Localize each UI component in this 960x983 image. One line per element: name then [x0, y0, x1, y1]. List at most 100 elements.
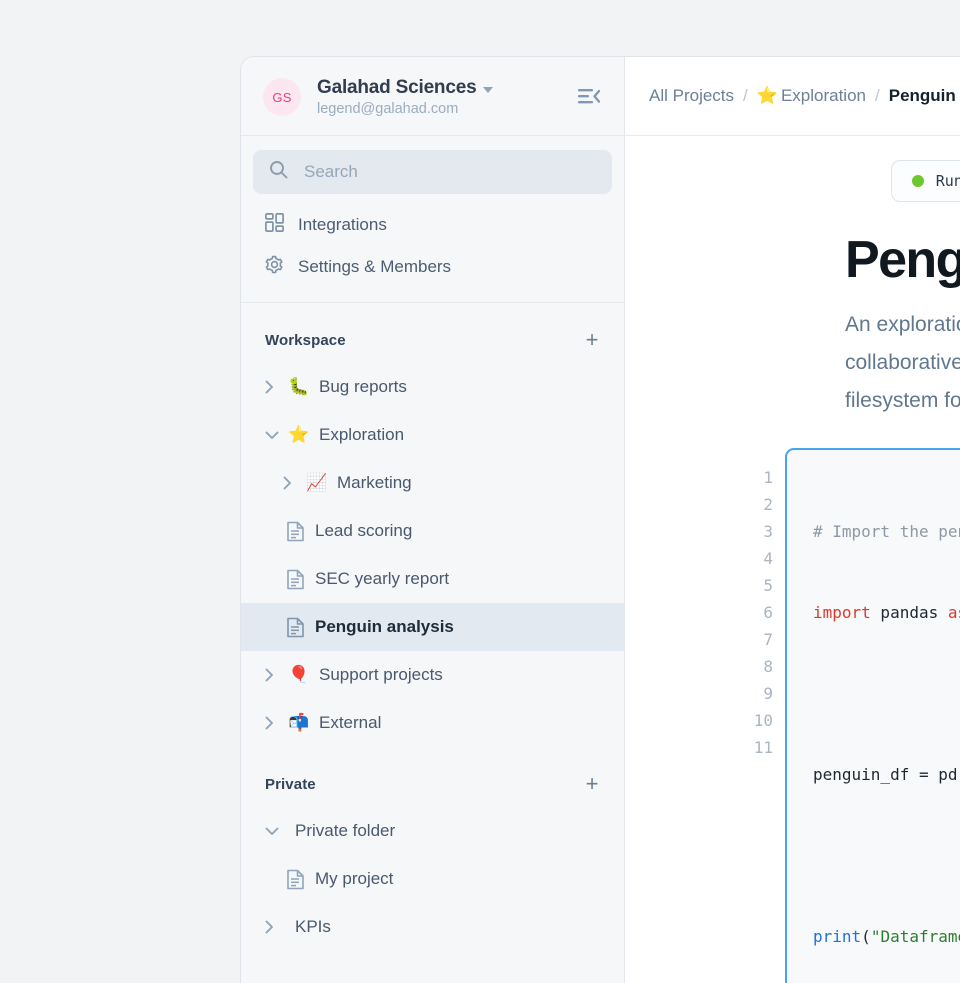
code-line: # Import the penguin dataset — [813, 522, 960, 541]
breadcrumb: All Projects / ⭐Exploration / Penguin an… — [649, 86, 960, 106]
integrations-grid-icon — [265, 213, 284, 237]
breadcrumb-exploration-label: Exploration — [780, 86, 866, 105]
tree-row[interactable]: 📬 External — [241, 699, 624, 747]
line-number: 6 — [763, 603, 773, 622]
tree-row[interactable]: My project — [241, 855, 624, 903]
code-editor[interactable]: # Import the penguin dataset import pand… — [787, 450, 960, 983]
tree-item-label: Lead scoring — [315, 521, 413, 540]
tree-row[interactable]: Lead scoring — [241, 507, 624, 555]
status-label: Running — [935, 172, 960, 190]
folder-emoji-icon: 📬 — [288, 713, 310, 732]
tree-item-label: SEC yearly report — [315, 569, 450, 588]
app-window: GS Galahad Sciences legend@galahad.com S… — [240, 56, 960, 983]
chevron-right-icon[interactable] — [265, 920, 287, 934]
document-body: Running Penguin analysis An exploration … — [625, 136, 960, 983]
code-line: import pandas as pd — [813, 603, 960, 622]
document-icon — [283, 569, 307, 590]
code-line: penguin_df = pd.read_csv("penguins.csv") — [813, 765, 960, 784]
breadcrumb-separator: / — [743, 86, 748, 105]
line-number: 1 — [763, 468, 773, 487]
workspace-name-row[interactable]: Galahad Sciences — [317, 77, 568, 99]
workspace-group-header: Workspace + — [241, 317, 624, 363]
chevron-down-icon[interactable] — [265, 827, 287, 836]
breadcrumb-current: Penguin analysis — [888, 86, 960, 105]
page-description: An exploration of penguin data, written … — [625, 306, 960, 420]
line-number: 3 — [763, 522, 773, 541]
page-title: Penguin analysis — [845, 231, 960, 289]
line-number: 11 — [753, 738, 773, 757]
tree-item-label: Support projects — [319, 665, 443, 684]
tree-item-label: KPIs — [295, 917, 331, 936]
avatar: GS — [263, 78, 301, 116]
tree-item-label: Penguin analysis — [315, 617, 454, 636]
add-private-item-button[interactable]: + — [582, 773, 602, 795]
tree-item-label: Marketing — [337, 473, 412, 492]
workspace-email: legend@galahad.com — [317, 101, 459, 117]
folder-emoji-icon: ⭐ — [288, 425, 310, 444]
search-input[interactable] — [302, 161, 596, 183]
folder-emoji-icon: 🎈 — [288, 665, 310, 684]
document-icon — [283, 521, 307, 542]
code-cell[interactable]: 1 2 3 4 5 6 7 8 9 10 11 # Import the pen… — [754, 448, 960, 983]
star-emoji-icon: ⭐ — [756, 86, 778, 105]
code-line-numbers: 1 2 3 4 5 6 7 8 9 10 11 — [725, 464, 773, 761]
chevron-right-icon[interactable] — [265, 716, 287, 730]
line-number: 8 — [763, 657, 773, 676]
status-row: Running — [625, 136, 960, 202]
private-group-header: Private + — [241, 761, 624, 807]
section-workspace: Workspace + 🐛 Bug reports ⭐ Exploration — [241, 303, 624, 747]
section-private: Private + Private folder My project KPIs — [241, 747, 624, 951]
document-icon — [283, 869, 307, 890]
chevron-right-icon[interactable] — [265, 380, 287, 394]
folder-emoji-icon: 🐛 — [288, 377, 310, 396]
tree-item-label: Exploration — [319, 425, 405, 444]
status-dot-icon — [911, 175, 924, 187]
line-number: 10 — [753, 711, 773, 730]
tree-item-label: Bug reports — [319, 377, 407, 396]
line-number: 5 — [763, 576, 773, 595]
line-number: 7 — [763, 630, 773, 649]
tree-row[interactable]: 🐛 Bug reports — [241, 363, 624, 411]
chevron-right-icon[interactable] — [265, 668, 287, 682]
collapse-sidebar-icon[interactable] — [576, 84, 602, 110]
workspace-name: Galahad Sciences — [317, 77, 477, 98]
code-line: print("Dataframe loaded") — [813, 927, 960, 946]
main-panel: All Projects / ⭐Exploration / Penguin an… — [625, 57, 960, 983]
group-title: Private — [265, 775, 316, 793]
sidebar: GS Galahad Sciences legend@galahad.com S… — [241, 57, 625, 983]
document-icon — [283, 617, 307, 638]
search-box[interactable] — [253, 150, 612, 194]
page-description-line: filesystem for analysis. — [845, 389, 960, 412]
line-number: 9 — [763, 684, 773, 703]
breadcrumb-all-projects[interactable]: All Projects — [649, 86, 734, 106]
chevron-down-icon[interactable] — [265, 431, 287, 440]
breadcrumb-exploration[interactable]: ⭐ Exploration — [757, 86, 866, 106]
workspace-meta: Galahad Sciences legend@galahad.com — [317, 77, 568, 117]
tree-row[interactable]: SEC yearly report — [241, 555, 624, 603]
tree-item-label: External — [319, 713, 382, 732]
breadcrumb-separator: / — [875, 86, 880, 105]
workspace-header[interactable]: GS Galahad Sciences legend@galahad.com — [241, 57, 624, 136]
line-number: 2 — [763, 495, 773, 514]
tree-row[interactable]: Private folder — [241, 807, 624, 855]
tree-row-selected[interactable]: Penguin analysis — [241, 603, 624, 651]
add-workspace-item-button[interactable]: + — [582, 329, 602, 351]
chevron-down-icon[interactable] — [483, 86, 494, 93]
page-description-line: An exploration of penguin data, written — [845, 313, 960, 336]
nav-item-label: Integrations — [298, 215, 387, 234]
chevron-right-icon[interactable] — [283, 476, 305, 490]
breadcrumb-bar: All Projects / ⭐Exploration / Penguin an… — [625, 57, 960, 136]
tree-item-label: Private folder — [295, 821, 396, 840]
tree-row[interactable]: KPIs — [241, 903, 624, 951]
nav-section: Integrations Settings & Members — [241, 204, 624, 303]
tree-row[interactable]: 🎈 Support projects — [241, 651, 624, 699]
tree-row[interactable]: 📈 Marketing — [241, 459, 624, 507]
nav-item-label: Settings & Members — [298, 257, 452, 276]
tree-row[interactable]: ⭐ Exploration — [241, 411, 624, 459]
gear-icon — [265, 255, 284, 279]
nav-item-settings-members[interactable]: Settings & Members — [253, 246, 612, 288]
nav-item-integrations[interactable]: Integrations — [253, 204, 612, 246]
tree-item-label: My project — [315, 869, 394, 888]
status-badge[interactable]: Running — [890, 160, 960, 202]
